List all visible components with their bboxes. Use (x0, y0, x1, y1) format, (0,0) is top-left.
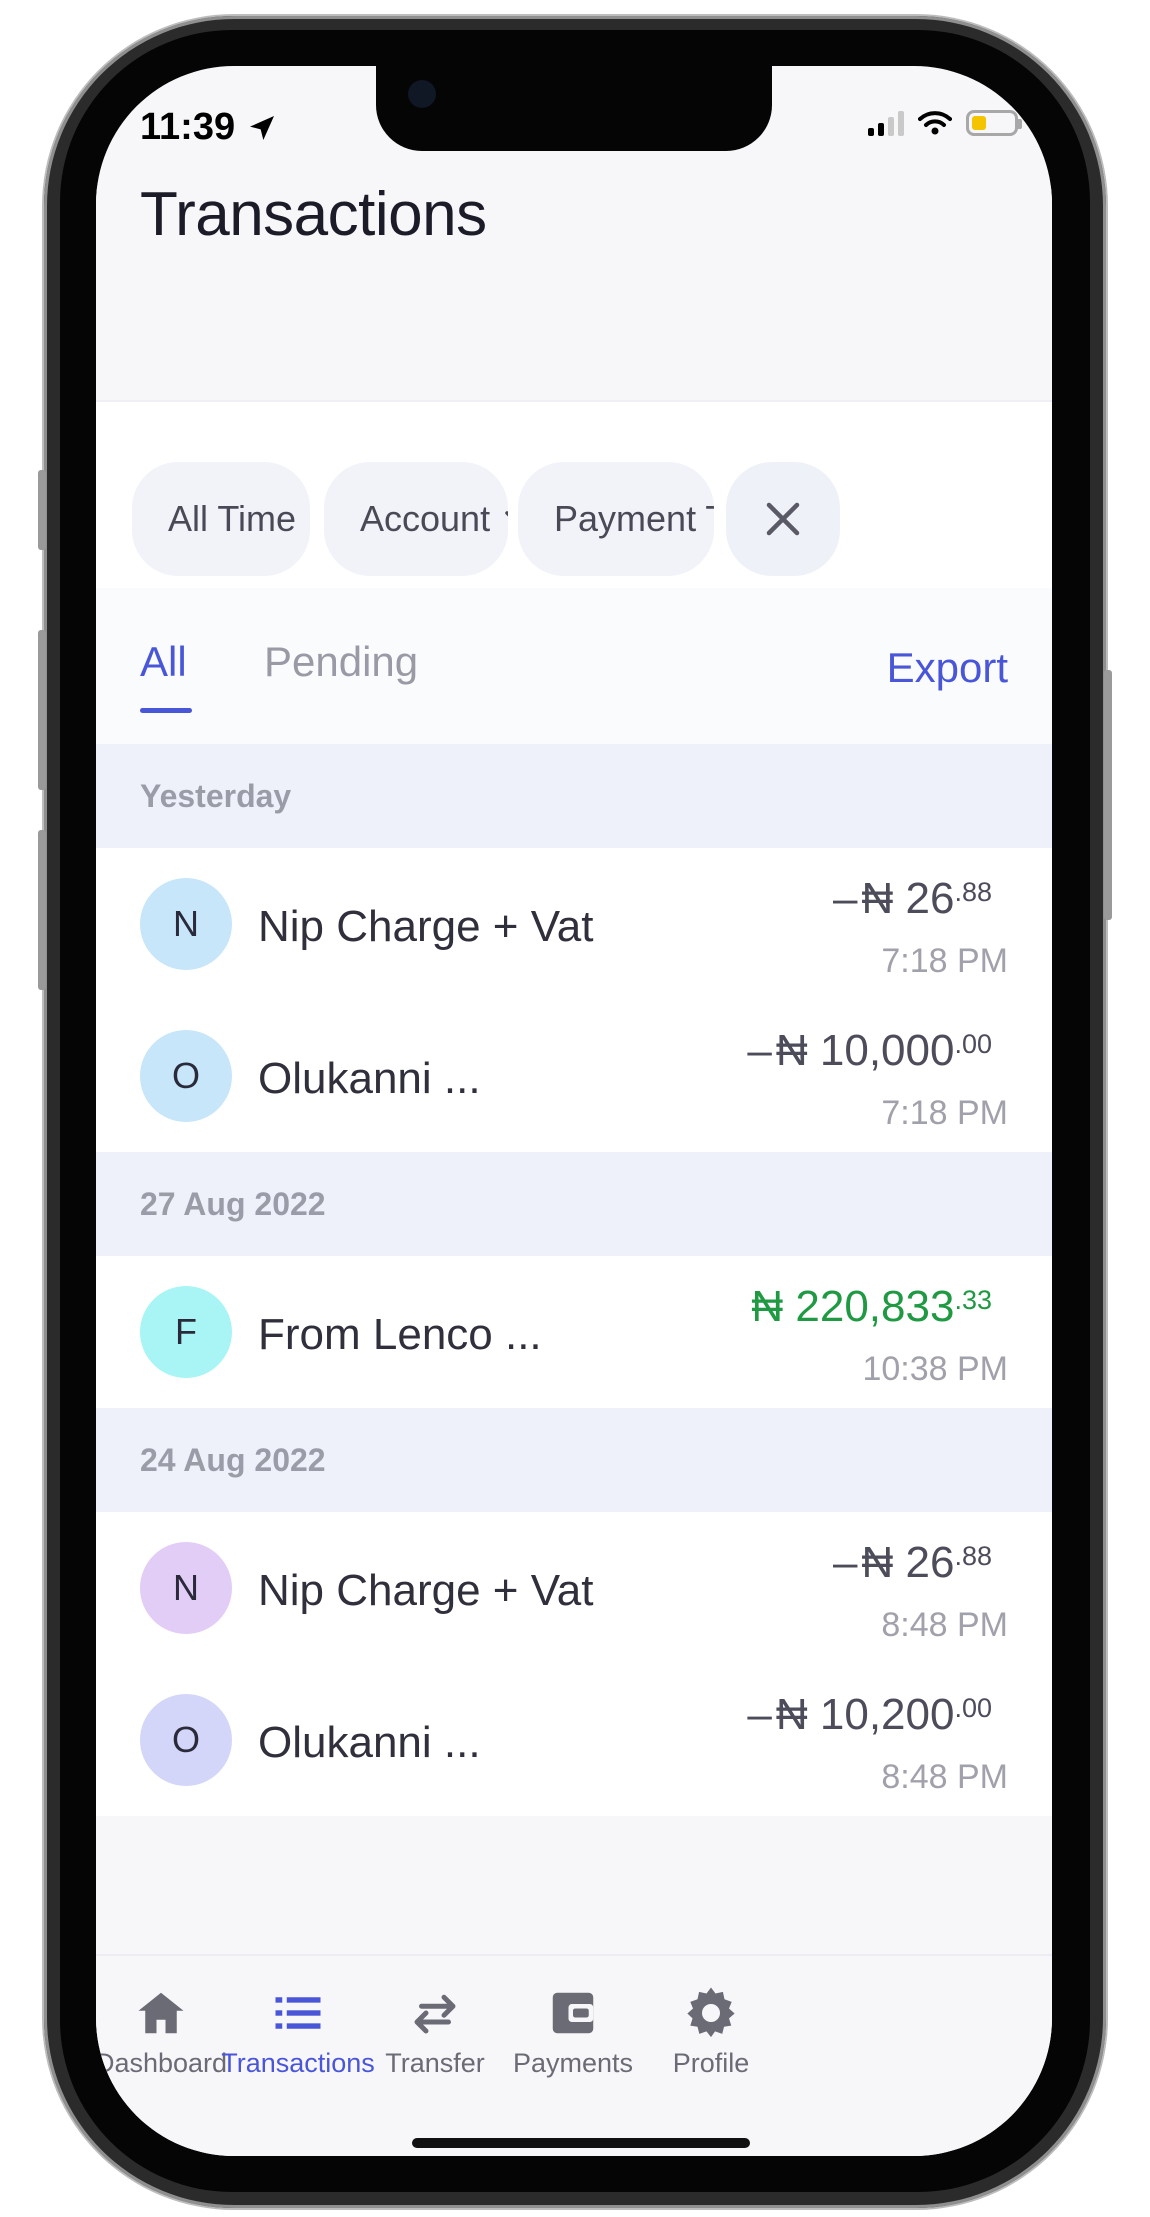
transaction-time: 8:48 PM (881, 1606, 1008, 1644)
transaction-row[interactable]: O Olukanni ... –₦ 10,000.00 7:18 PM (96, 1000, 1052, 1152)
transaction-name: Olukanni ... (258, 1054, 481, 1103)
filter-chip-label: All Time (168, 498, 297, 539)
list-icon (275, 1997, 321, 2029)
tab-all[interactable]: All (140, 638, 187, 686)
date-header: 27 Aug 2022 (96, 1152, 1052, 1256)
avatar: O (140, 1694, 232, 1786)
volume-up-button (38, 630, 46, 790)
close-icon (766, 502, 800, 536)
front-camera (408, 80, 436, 108)
date-header: 24 Aug 2022 (96, 1408, 1052, 1512)
filter-chip-account[interactable]: Account (324, 462, 508, 576)
wifi-icon (918, 111, 952, 135)
transaction-amount: –₦ 26.88 (833, 874, 992, 923)
filter-chip-time[interactable]: All Time (132, 462, 310, 576)
avatar: O (140, 1030, 232, 1122)
page-title: Transactions (140, 180, 487, 249)
power-button (1104, 670, 1112, 920)
filter-bar: All Time Account Payment T (96, 402, 1052, 588)
signal-icon (868, 110, 904, 136)
export-button[interactable]: Export (887, 644, 1008, 692)
transaction-amount: ₦ 220,833.33 (751, 1282, 992, 1331)
phone-screen: 11:39 Transactions All Time Account Paym… (96, 66, 1052, 2156)
home-indicator (412, 2138, 750, 2148)
tabbar-item-profile[interactable]: Profile (616, 1986, 806, 2079)
transaction-time: 8:48 PM (881, 1758, 1008, 1796)
transaction-amount: –₦ 10,000.00 (747, 1026, 992, 1075)
avatar: N (140, 878, 232, 970)
avatar: N (140, 1542, 232, 1634)
tabbar-label: Transfer (385, 2048, 485, 2078)
transaction-time: 7:18 PM (881, 942, 1008, 980)
wallet-icon (552, 1992, 594, 2034)
tabbar-label: Profile (672, 2048, 750, 2078)
clear-filters-button[interactable] (726, 462, 840, 576)
status-icons (868, 110, 1022, 136)
transaction-row[interactable]: O Olukanni ... –₦ 10,200.00 8:48 PM (96, 1664, 1052, 1816)
transaction-amount: –₦ 10,200.00 (747, 1690, 992, 1739)
volume-down-button (38, 830, 46, 990)
location-arrow-icon (250, 116, 274, 140)
transaction-time: 10:38 PM (862, 1350, 1008, 1388)
tab-pending[interactable]: Pending (264, 638, 418, 686)
transaction-name: Nip Charge + Vat (258, 1566, 594, 1615)
tab-active-indicator (140, 708, 192, 713)
transaction-row[interactable]: N Nip Charge + Vat –₦ 26.88 8:48 PM (96, 1512, 1052, 1664)
avatar: F (140, 1286, 232, 1378)
battery-icon (966, 110, 1022, 136)
transaction-amount: –₦ 26.88 (833, 1538, 992, 1587)
status-time: 11:39 (140, 106, 236, 148)
tabs: All Pending Export (96, 588, 1052, 744)
transaction-name: Nip Charge + Vat (258, 902, 594, 951)
transaction-row[interactable]: N Nip Charge + Vat –₦ 26.88 7:18 PM (96, 848, 1052, 1000)
transfer-arrows-icon (414, 1994, 456, 2034)
transaction-name: From Lenco ... (258, 1310, 542, 1359)
notch (376, 66, 772, 151)
mute-switch (38, 470, 46, 550)
date-header: Yesterday (96, 744, 1052, 848)
filter-chip-label: Payment T (554, 498, 714, 539)
transaction-time: 7:18 PM (881, 1094, 1008, 1132)
filter-chip-payment-type[interactable]: Payment T (518, 462, 714, 576)
home-icon (138, 1992, 184, 2034)
bottom-tab-bar: Dashboard Transactions Transfer Payments… (96, 1954, 1052, 2156)
transaction-name: Olukanni ... (258, 1718, 481, 1767)
transaction-list: Yesterday N Nip Charge + Vat –₦ 26.88 7:… (96, 744, 1052, 1816)
chevron-down-icon (505, 511, 508, 517)
gear-icon (687, 1987, 735, 2038)
filter-chip-label: Account (360, 498, 491, 539)
transaction-row[interactable]: F From Lenco ... ₦ 220,833.33 10:38 PM (96, 1256, 1052, 1408)
